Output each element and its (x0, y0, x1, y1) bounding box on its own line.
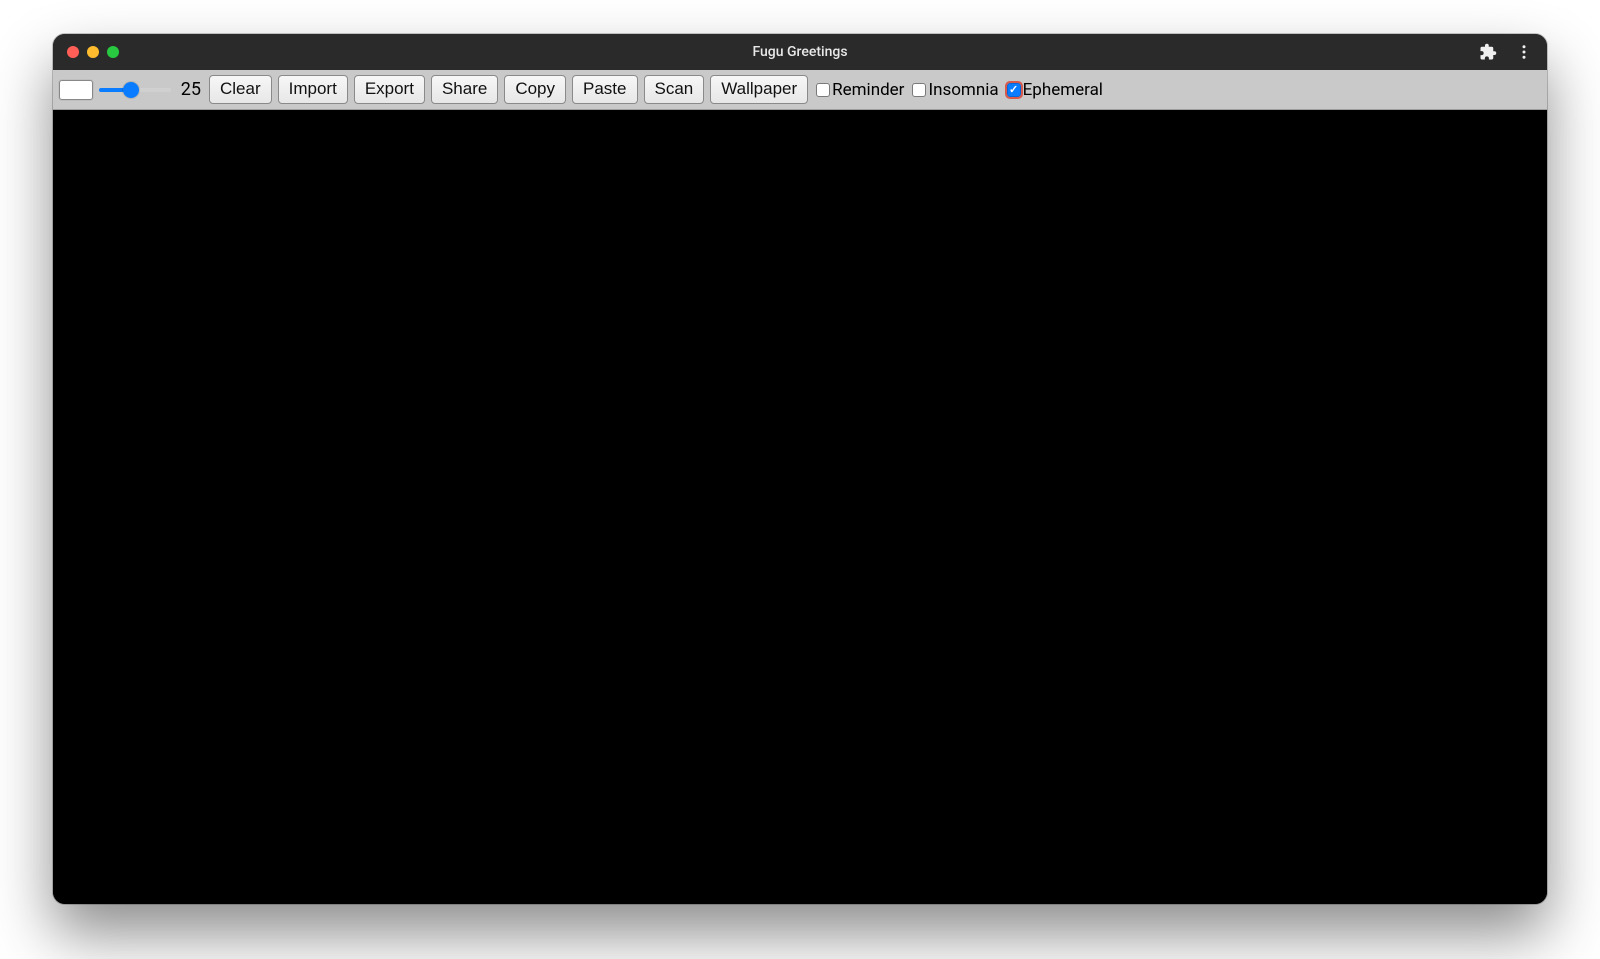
ephemeral-label: Ephemeral (1023, 80, 1103, 100)
window-title: Fugu Greetings (53, 44, 1547, 60)
window-controls (67, 46, 119, 58)
stage: Fugu Greetings 25 Clear Import Export Sh… (0, 0, 1600, 959)
titlebar: Fugu Greetings (53, 34, 1547, 70)
insomnia-checkbox[interactable]: Insomnia (912, 80, 998, 100)
checkbox-icon (912, 83, 926, 97)
export-button[interactable]: Export (354, 75, 425, 103)
share-button[interactable]: Share (431, 75, 498, 103)
more-vertical-icon[interactable] (1515, 43, 1533, 61)
paste-button[interactable]: Paste (572, 75, 637, 103)
brush-size-slider[interactable] (99, 88, 171, 92)
slider-thumb[interactable] (123, 82, 139, 98)
color-swatch[interactable] (59, 80, 93, 100)
titlebar-right (1479, 43, 1533, 61)
reminder-label: Reminder (832, 80, 904, 100)
import-button[interactable]: Import (278, 75, 348, 103)
copy-button[interactable]: Copy (504, 75, 566, 103)
reminder-checkbox[interactable]: Reminder (816, 80, 904, 100)
puzzle-icon[interactable] (1479, 43, 1497, 61)
toolbar: 25 Clear Import Export Share Copy Paste … (53, 70, 1547, 110)
checkbox-icon (1007, 83, 1021, 97)
window-close-button[interactable] (67, 46, 79, 58)
brush-size-value: 25 (179, 79, 201, 100)
app-window: Fugu Greetings 25 Clear Import Export Sh… (53, 34, 1547, 904)
wallpaper-button[interactable]: Wallpaper (710, 75, 808, 103)
ephemeral-checkbox[interactable]: Ephemeral (1007, 80, 1103, 100)
scan-button[interactable]: Scan (644, 75, 705, 103)
window-minimize-button[interactable] (87, 46, 99, 58)
checkbox-icon (816, 83, 830, 97)
drawing-canvas[interactable] (53, 110, 1547, 904)
window-maximize-button[interactable] (107, 46, 119, 58)
insomnia-label: Insomnia (928, 80, 998, 100)
clear-button[interactable]: Clear (209, 75, 272, 103)
